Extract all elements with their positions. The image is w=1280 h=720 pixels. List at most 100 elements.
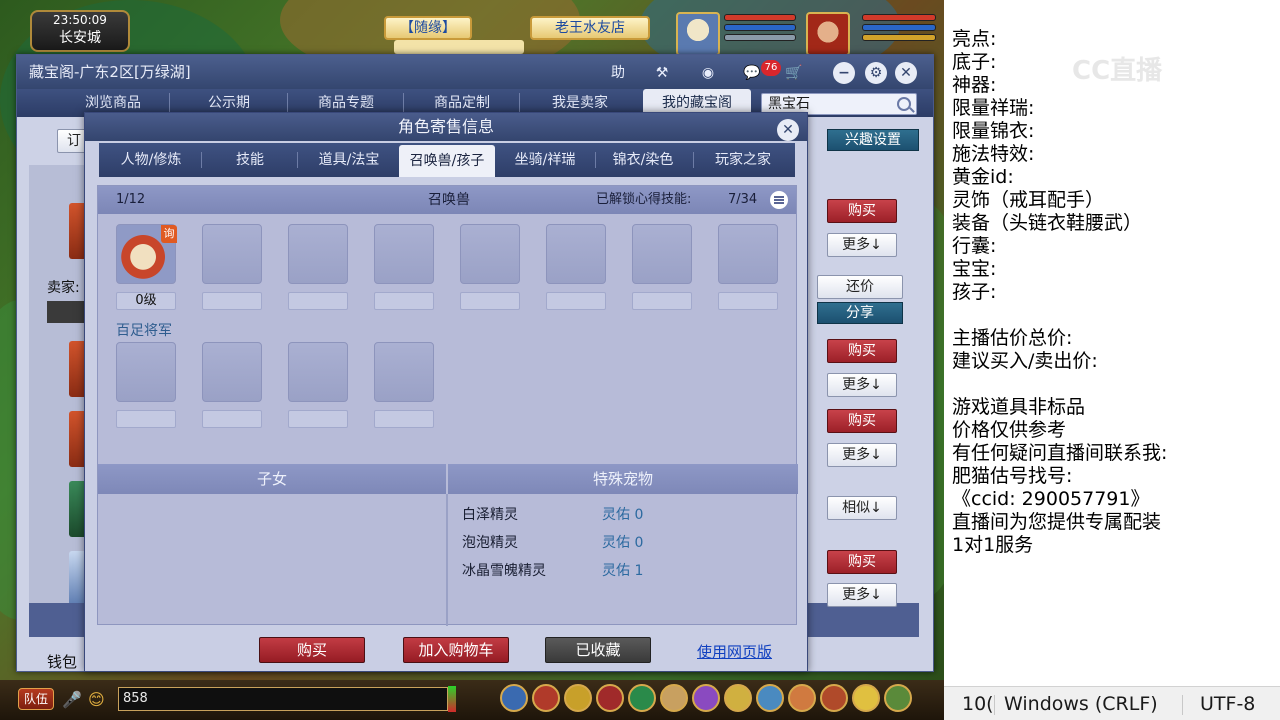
dialog-title: 角色寄售信息	[85, 113, 807, 141]
dialog-close-icon[interactable]: ✕	[777, 119, 799, 141]
pet-name[interactable]: 百足将军	[116, 320, 172, 340]
buy-button[interactable]: 购买	[827, 199, 897, 223]
pet-slot[interactable]: 询	[116, 224, 177, 284]
wallet-label: 钱包	[47, 653, 78, 671]
share-button[interactable]: 分享	[817, 302, 903, 324]
tab-home[interactable]: 玩家之家	[699, 143, 787, 177]
player-portrait-icon[interactable]	[806, 12, 850, 56]
more-button[interactable]: 更多↓	[827, 443, 897, 467]
chest-icon[interactable]	[532, 684, 560, 712]
chat-volume-bar	[448, 686, 456, 712]
buy-button[interactable]: 购买	[827, 550, 897, 574]
game-viewport: 23:50:09 长安城 【随缘】 老王水友店 藏宝阁-广东2区[万绿湖] 助 …	[0, 0, 944, 720]
tab-mounts[interactable]: 坐骑/祥瑞	[501, 143, 589, 177]
pet-slot[interactable]	[718, 224, 778, 284]
smile-icon[interactable]	[852, 684, 880, 712]
dialog-buy-button[interactable]: 购买	[259, 637, 365, 663]
pet-slot[interactable]	[546, 224, 606, 284]
pet-slot[interactable]	[460, 224, 520, 284]
pet-level	[460, 292, 520, 310]
editor-status-bar: 10( Windows (CRLF) UTF-8	[944, 686, 1280, 720]
tab-pets[interactable]: 召唤兽/孩子	[399, 145, 495, 177]
more-button[interactable]: 更多↓	[827, 373, 897, 397]
pet-status-bars	[724, 14, 800, 44]
lantern-icon[interactable]	[596, 684, 624, 712]
book-icon[interactable]	[756, 684, 784, 712]
pet-portrait-icon[interactable]	[676, 12, 720, 56]
tab-skills[interactable]: 技能	[209, 143, 291, 177]
gift-icon[interactable]	[628, 684, 656, 712]
pet-level	[202, 292, 262, 310]
banner-subtext	[394, 40, 524, 54]
team-button[interactable]: 队伍	[18, 688, 54, 710]
bag-icon[interactable]	[564, 684, 592, 712]
interest-settings-button[interactable]: 兴趣设置	[827, 129, 919, 151]
line-ending[interactable]: Windows (CRLF)	[1004, 687, 1158, 720]
pet-slot[interactable]	[374, 224, 434, 284]
time-location-widget[interactable]: 23:50:09 长安城	[30, 10, 130, 52]
pet-slot[interactable]	[116, 342, 176, 402]
stop-icon[interactable]: ◉	[697, 62, 719, 84]
special-pet-name: 泡泡精灵	[462, 535, 518, 551]
sword-icon[interactable]	[500, 684, 528, 712]
notes-editor[interactable]: CC直播 亮点: 底子: 神器: 限量祥瑞: 限量锦衣: 施法特效: 黄金id: 灵饰（戒耳配…	[944, 0, 1280, 720]
channel-banner[interactable]: 【随缘】	[384, 16, 472, 40]
fan-icon[interactable]	[692, 684, 720, 712]
note-line: 建议买入/卖出价:	[952, 350, 1098, 372]
pet-slot[interactable]	[374, 342, 434, 402]
pet-level	[288, 410, 348, 428]
more-button[interactable]: 更多↓	[827, 583, 897, 607]
counter-offer-button[interactable]: 还价	[817, 275, 903, 299]
pet-slot[interactable]	[202, 224, 262, 284]
pet-slot[interactable]	[202, 342, 262, 402]
system-icon[interactable]	[884, 684, 912, 712]
message-icon[interactable]: 💬	[741, 62, 763, 84]
settings-icon[interactable]: ⚙	[865, 62, 887, 84]
tab-character[interactable]: 人物/修炼	[107, 143, 195, 177]
buy-button[interactable]: 购买	[827, 409, 897, 433]
player-status-bars	[862, 14, 938, 44]
cursor-position: 10(	[962, 693, 994, 715]
seller-label: 卖家:	[47, 280, 80, 296]
close-icon[interactable]: ✕	[895, 62, 917, 84]
pet-level	[374, 292, 434, 310]
peach-icon[interactable]	[788, 684, 816, 712]
pet-slot[interactable]	[288, 342, 348, 402]
unlocked-skills-label: 已解锁心得技能:	[596, 192, 692, 207]
tab-outfits[interactable]: 锦衣/染色	[599, 143, 687, 177]
game-time: 23:50:09	[53, 13, 107, 27]
minimize-icon[interactable]: −	[833, 62, 855, 84]
list-menu-icon[interactable]	[770, 191, 788, 209]
more-button[interactable]: 更多↓	[827, 233, 897, 257]
microphone-icon[interactable]: 🎤	[62, 690, 82, 709]
cart-icon[interactable]: 🛒	[783, 62, 805, 84]
search-icon[interactable]	[897, 97, 911, 111]
chat-input[interactable]: 858	[118, 687, 448, 711]
emoji-icon[interactable]: 😊	[88, 690, 105, 709]
pet-panel: 1/12 召唤兽 已解锁心得技能: 7/34 询 0级 百足将军 子女 特殊宠物…	[97, 185, 798, 626]
special-pet-blessing: 灵佑 0	[602, 535, 644, 551]
window-title-bar[interactable]: 藏宝阁-广东2区[万绿湖] 助 ⚒ ◉ 💬 76 🛒 − ⚙ ✕	[17, 55, 933, 89]
role-consignment-dialog: 角色寄售信息 ✕ 人物/修炼 技能 道具/法宝 召唤兽/孩子 坐骑/祥瑞 锦衣/…	[84, 112, 808, 672]
collected-button[interactable]: 已收藏	[545, 637, 651, 663]
bell-icon[interactable]	[724, 684, 752, 712]
encoding[interactable]: UTF-8	[1200, 687, 1255, 720]
use-web-version-link[interactable]: 使用网页版	[697, 641, 772, 662]
scroll-icon[interactable]	[660, 684, 688, 712]
help-icon[interactable]: 助	[607, 62, 629, 84]
pet-slot[interactable]	[632, 224, 692, 284]
shop-banner[interactable]: 老王水友店	[530, 16, 650, 40]
pet-header-title: 召唤兽	[428, 192, 470, 208]
pet-slot[interactable]	[288, 224, 348, 284]
seller-tag[interactable]	[47, 301, 87, 323]
special-pet-blessing: 灵佑 1	[602, 563, 644, 579]
shield-icon[interactable]	[820, 684, 848, 712]
buy-button[interactable]: 购买	[827, 339, 897, 363]
pet-panel-header: 1/12 召唤兽 已解锁心得技能: 7/34	[98, 186, 796, 214]
similar-button[interactable]: 相似↓	[827, 496, 897, 520]
pet-level	[374, 410, 434, 428]
children-header: 子女	[98, 464, 446, 494]
hammer-icon[interactable]: ⚒	[651, 62, 673, 84]
add-to-cart-button[interactable]: 加入购物车	[403, 637, 509, 663]
tab-items[interactable]: 道具/法宝	[305, 143, 393, 177]
